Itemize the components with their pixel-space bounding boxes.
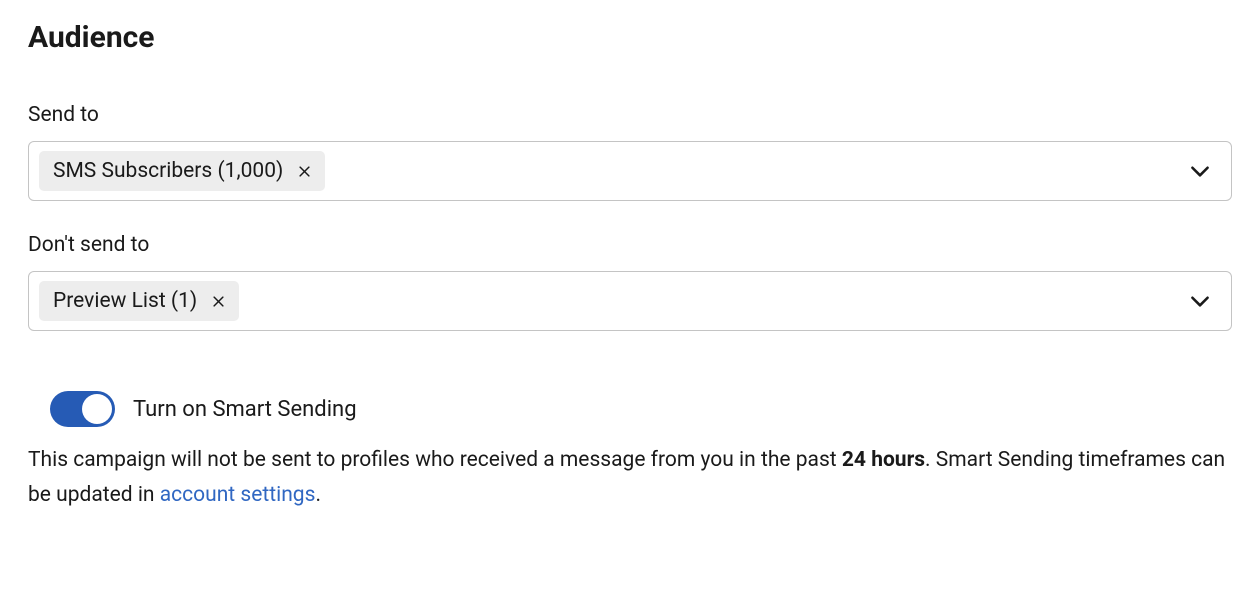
send-to-field: Send to SMS Subscribers (1,000) bbox=[28, 103, 1232, 201]
smart-sending-section: Turn on Smart Sending This campaign will… bbox=[50, 391, 1232, 512]
smart-sending-desc-text: . bbox=[315, 483, 321, 507]
audience-heading: Audience bbox=[28, 20, 1232, 55]
dont-send-to-field: Don't send to Preview List (1) bbox=[28, 233, 1232, 331]
chevron-down-icon[interactable] bbox=[1187, 288, 1213, 314]
dont-send-to-select[interactable]: Preview List (1) bbox=[28, 271, 1232, 331]
send-to-chip-label: SMS Subscribers (1,000) bbox=[53, 159, 283, 183]
smart-sending-timeframe: 24 hours bbox=[842, 448, 925, 472]
smart-sending-toggle[interactable] bbox=[50, 391, 115, 427]
close-icon[interactable] bbox=[295, 162, 313, 180]
chevron-down-icon[interactable] bbox=[1187, 158, 1213, 184]
dont-send-to-chip-label: Preview List (1) bbox=[53, 289, 197, 313]
send-to-chip: SMS Subscribers (1,000) bbox=[39, 151, 325, 191]
close-icon[interactable] bbox=[209, 292, 227, 310]
smart-sending-desc-text: This campaign will not be sent to profil… bbox=[28, 448, 842, 472]
account-settings-link[interactable]: account settings bbox=[160, 483, 316, 507]
toggle-knob bbox=[82, 394, 112, 424]
dont-send-to-label: Don't send to bbox=[28, 233, 1232, 257]
send-to-label: Send to bbox=[28, 103, 1232, 127]
send-to-select[interactable]: SMS Subscribers (1,000) bbox=[28, 141, 1232, 201]
dont-send-to-chip: Preview List (1) bbox=[39, 281, 239, 321]
smart-sending-toggle-label: Turn on Smart Sending bbox=[133, 397, 357, 422]
smart-sending-description: This campaign will not be sent to profil… bbox=[28, 443, 1232, 512]
